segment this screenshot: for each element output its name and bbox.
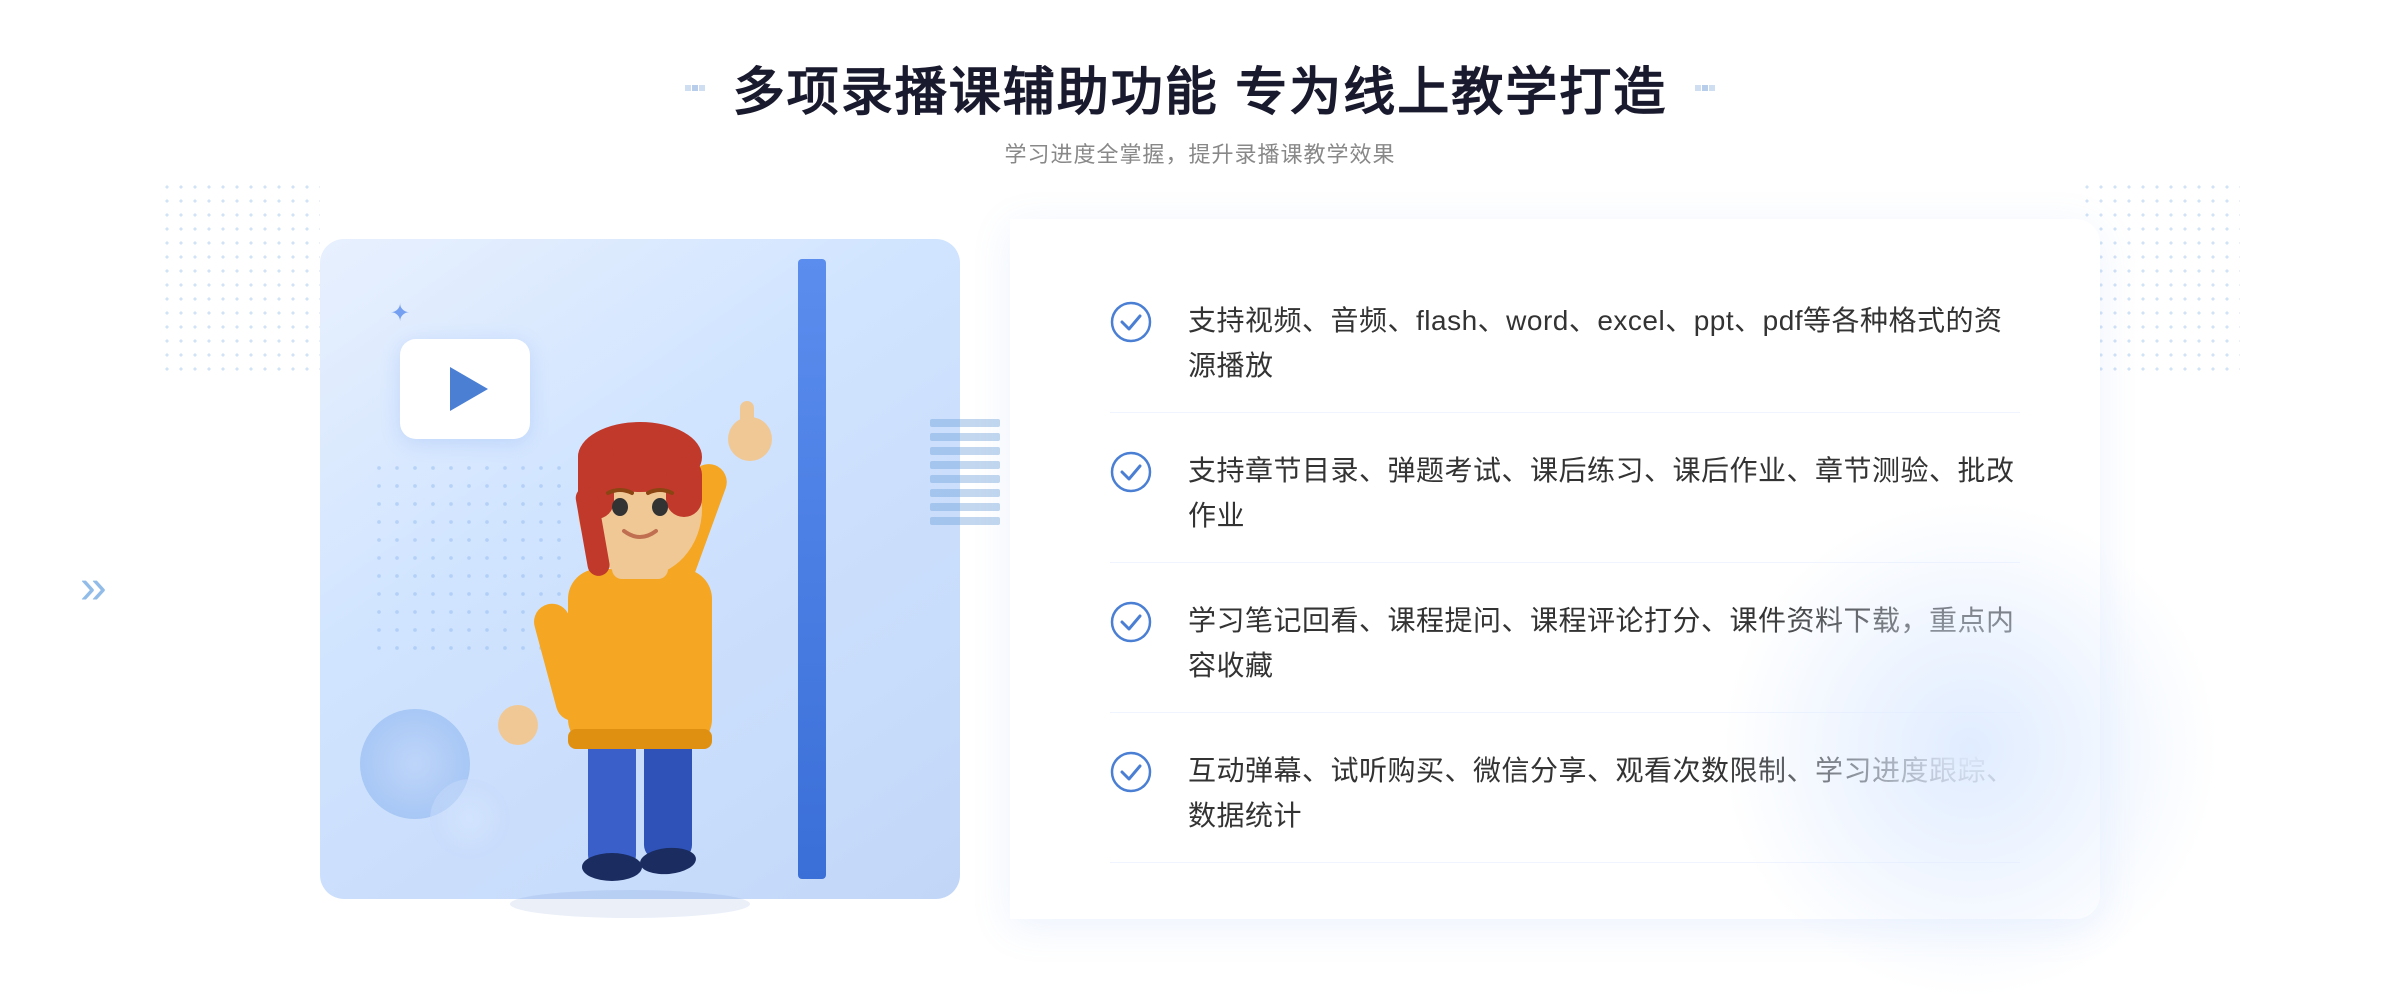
bg-dots-left xyxy=(160,180,320,380)
feature-item-4: 互动弹幕、试听购买、微信分享、观看次数限制、学习进度跟踪、数据统计 xyxy=(1110,725,2020,864)
feature-text-2: 支持章节目录、弹题考试、课后练习、课后作业、章节测验、批改作业 xyxy=(1188,449,2020,539)
deco-lines xyxy=(930,419,1000,559)
play-triangle-icon xyxy=(450,367,488,411)
feature-text-3: 学习笔记回看、课程提问、课程评论打分、课件资料下载，重点内容收藏 xyxy=(1188,599,2020,689)
illustration-wrapper: ✦ xyxy=(300,219,1020,919)
page-subtitle: 学习进度全掌握，提升录播课教学效果 xyxy=(681,137,1719,169)
feature-item-3: 学习笔记回看、课程提问、课程评论打分、课件资料下载，重点内容收藏 xyxy=(1110,575,2020,714)
check-icon-3 xyxy=(1110,601,1152,643)
features-panel: 支持视频、音频、flash、word、excel、ppt、pdf等各种格式的资源… xyxy=(1010,219,2100,919)
header-deco-right xyxy=(1691,85,1719,91)
feature-text-1: 支持视频、音频、flash、word、excel、ppt、pdf等各种格式的资源… xyxy=(1188,299,2020,389)
content-area: ✦ xyxy=(300,219,2100,919)
bg-dots-right xyxy=(2080,180,2240,380)
feature-item-1: 支持视频、音频、flash、word、excel、ppt、pdf等各种格式的资源… xyxy=(1110,275,2020,414)
sparkle-icon: ✦ xyxy=(390,299,410,328)
check-icon-4 xyxy=(1110,751,1152,793)
chevron-left-icon: » xyxy=(80,560,107,615)
check-icon-1 xyxy=(1110,301,1152,343)
check-icon-2 xyxy=(1110,451,1152,493)
feature-text-4: 互动弹幕、试听购买、微信分享、观看次数限制、学习进度跟踪、数据统计 xyxy=(1188,749,2020,839)
feature-item-2: 支持章节目录、弹题考试、课后练习、课后作业、章节测验、批改作业 xyxy=(1110,425,2020,564)
section-header: 多项录播课辅助功能 专为线上教学打造 学习进度全掌握，提升录播课教学效果 xyxy=(681,50,1719,169)
page-container: » 多项录播课辅助功能 专为线上教学打造 学习进度全掌握，提升录播课教学效果 xyxy=(0,0,2400,974)
play-bubble xyxy=(400,339,530,439)
page-title: 多项录播课辅助功能 专为线上教学打造 xyxy=(733,50,1667,125)
header-deco-left xyxy=(681,85,709,91)
